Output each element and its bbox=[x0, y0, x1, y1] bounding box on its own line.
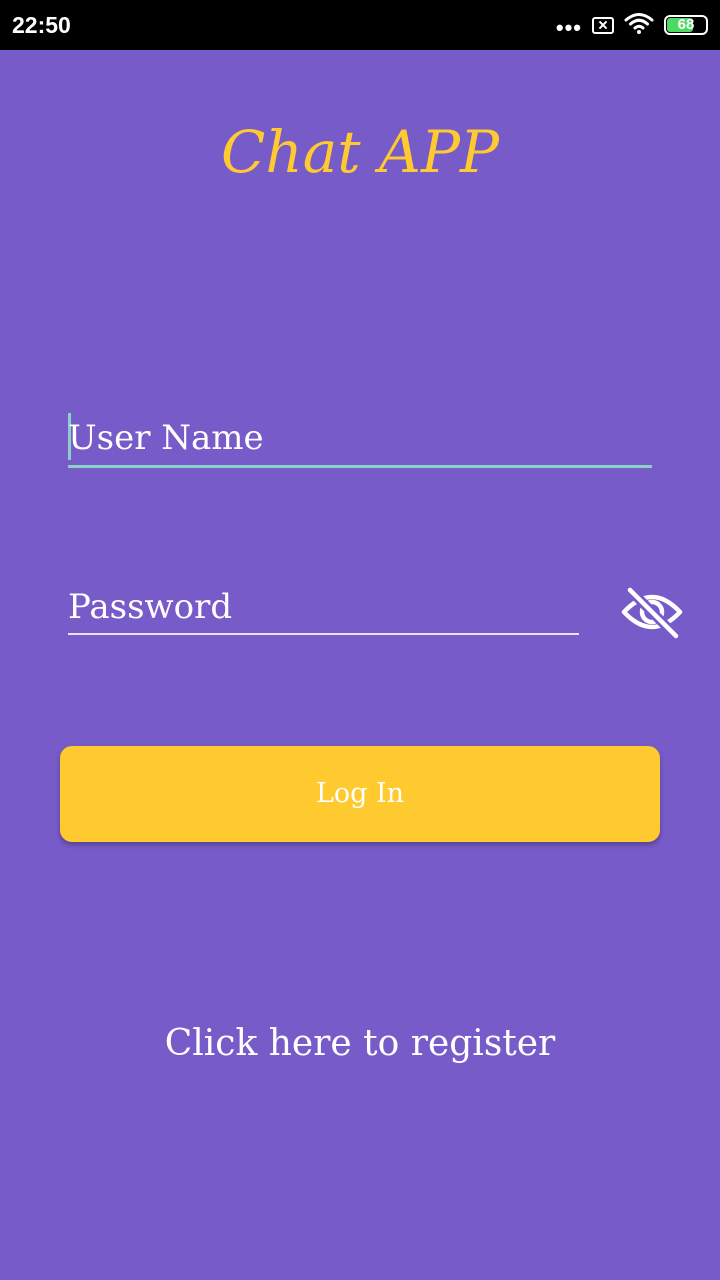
username-input[interactable]: User Name bbox=[68, 410, 652, 468]
username-placeholder: User Name bbox=[68, 418, 264, 458]
register-link[interactable]: Click here to register bbox=[0, 1018, 720, 1070]
app-title: Chat APP bbox=[221, 118, 499, 186]
more-dots-icon: ••• bbox=[555, 15, 582, 40]
battery-icon: 68 bbox=[664, 15, 708, 35]
eye-off-icon bbox=[620, 584, 684, 644]
status-bar: 22:50 ••• 68 bbox=[0, 0, 720, 50]
password-input[interactable]: Password bbox=[68, 580, 579, 635]
password-placeholder: Password bbox=[68, 587, 233, 627]
wifi-icon bbox=[624, 11, 654, 39]
status-icons: ••• 68 bbox=[555, 11, 708, 40]
status-time: 22:50 bbox=[12, 12, 71, 38]
battery-level: 68 bbox=[677, 16, 695, 33]
no-sim-icon bbox=[592, 16, 614, 34]
password-visibility-toggle[interactable] bbox=[618, 584, 686, 644]
login-button[interactable]: Log In bbox=[60, 746, 660, 842]
